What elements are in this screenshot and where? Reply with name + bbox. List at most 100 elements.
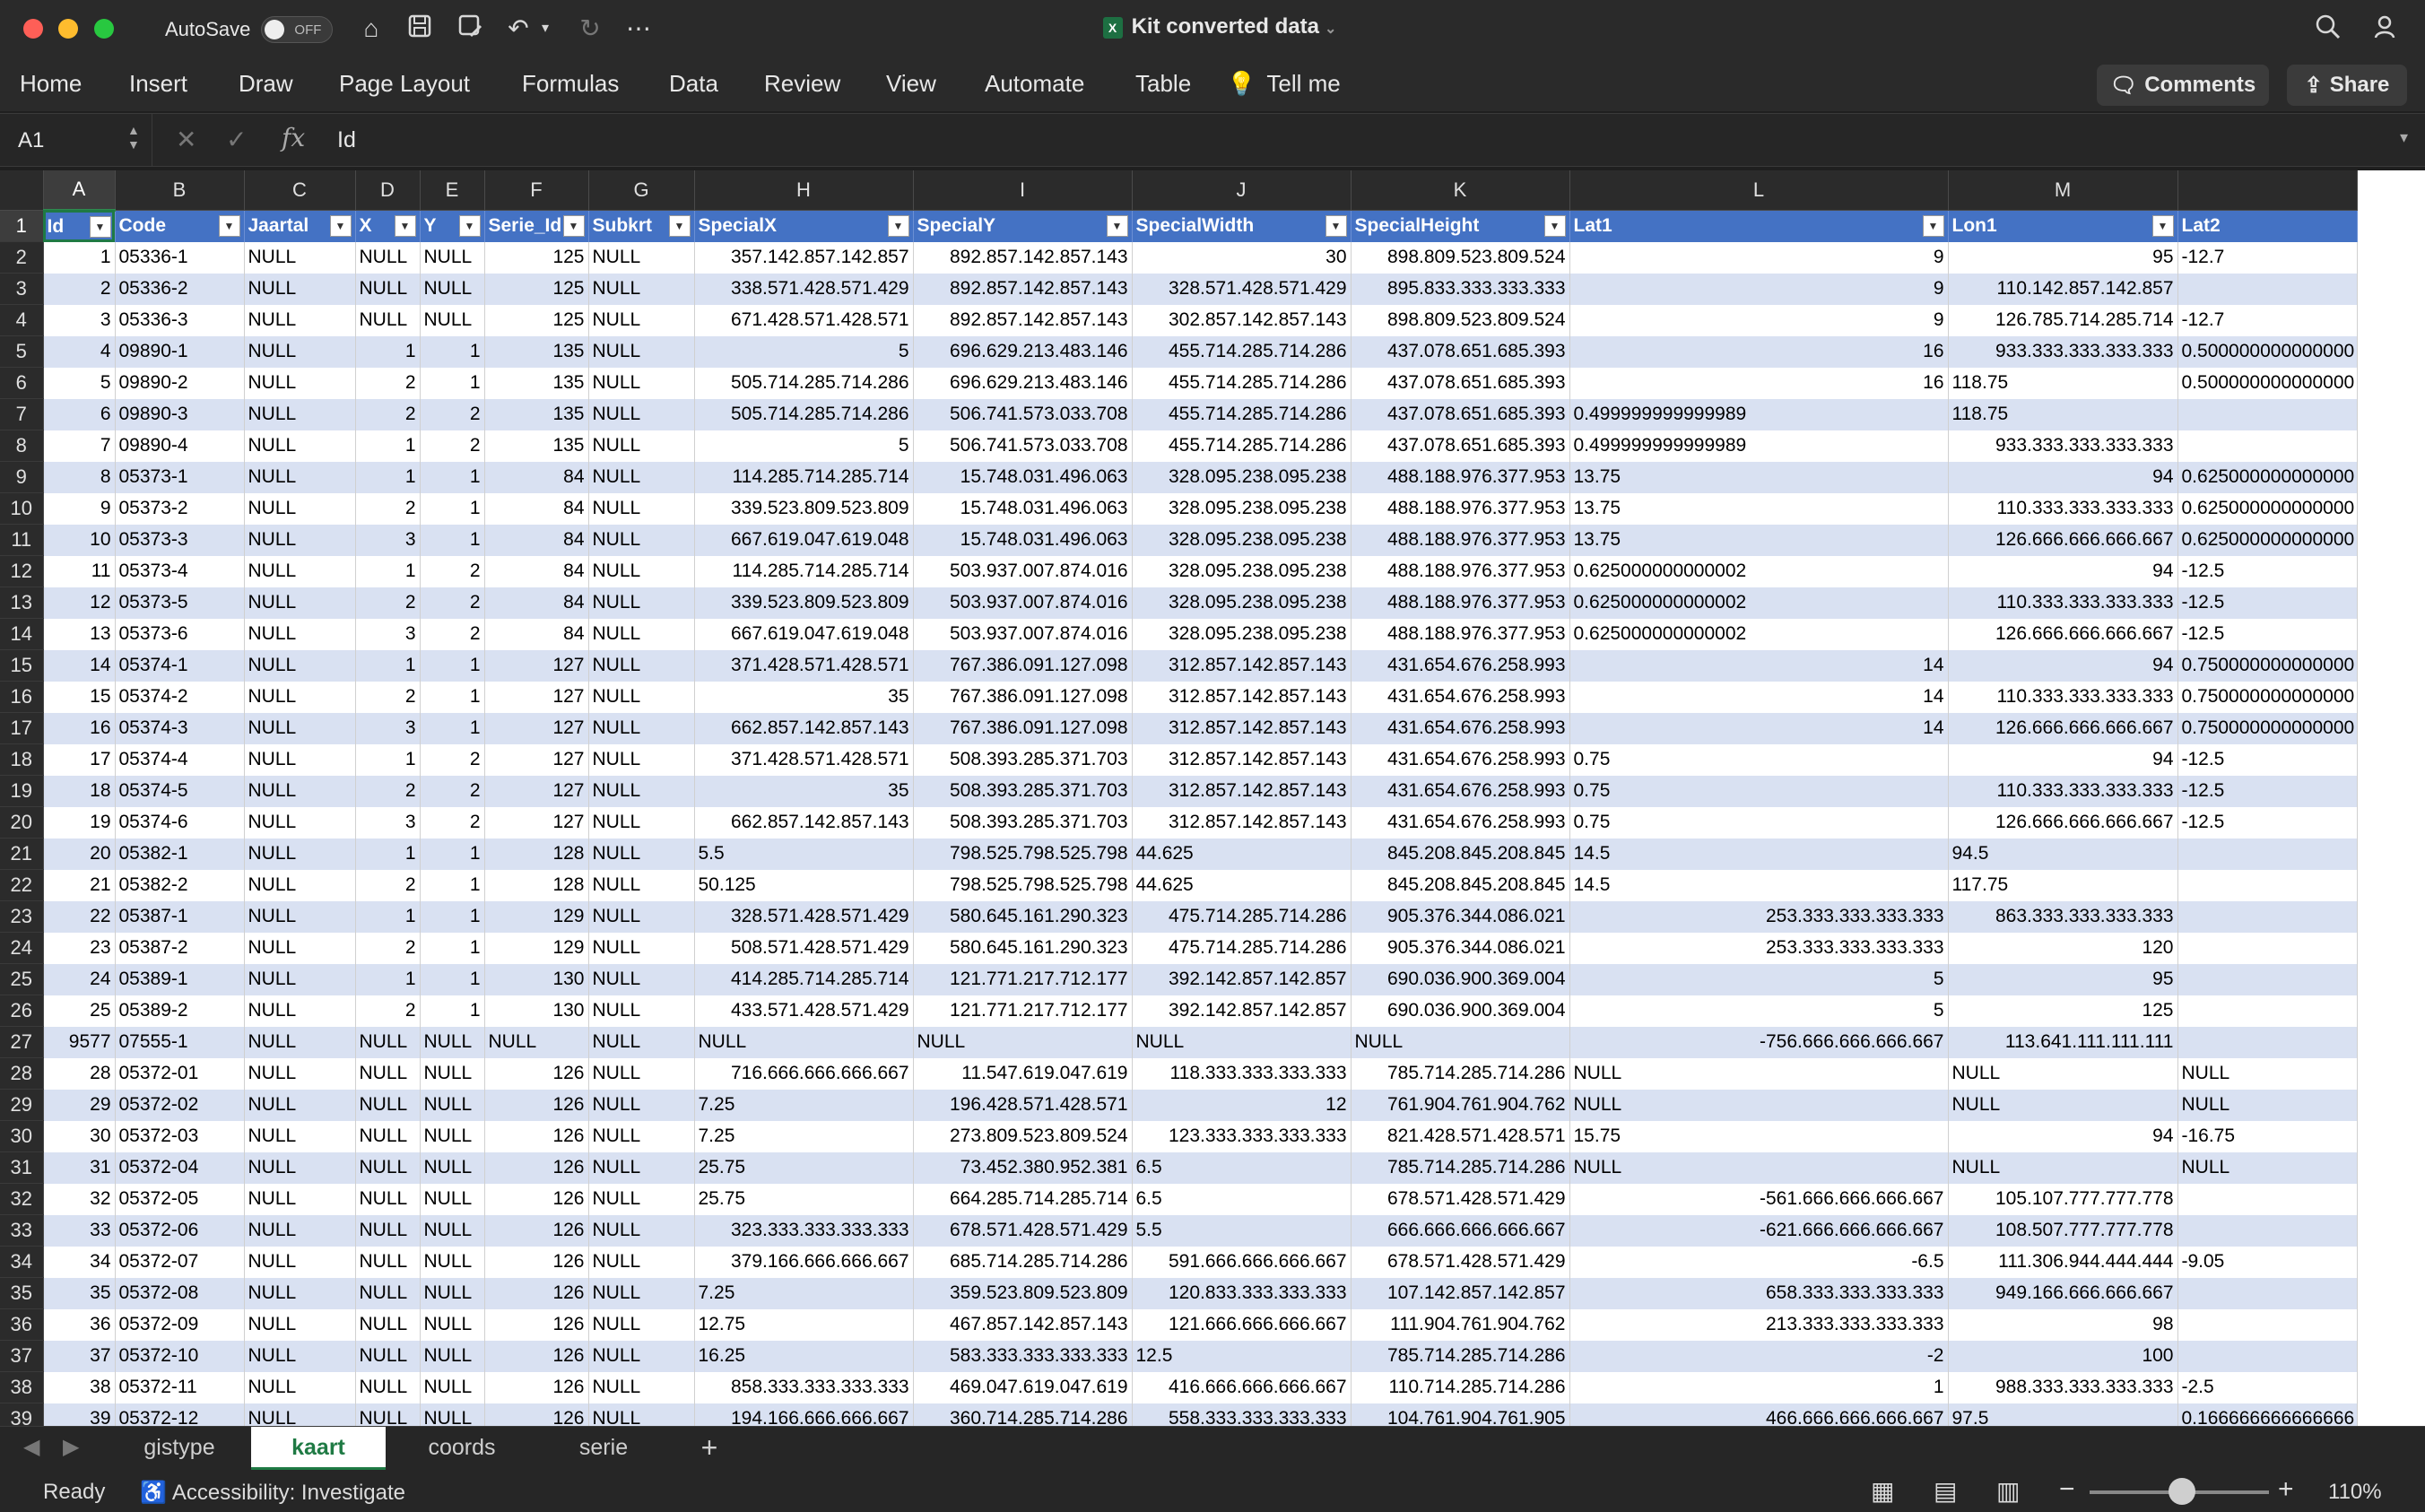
cell[interactable]: -12.5: [2177, 743, 2358, 776]
cell[interactable]: [2177, 963, 2358, 995]
cell[interactable]: NULL: [588, 1183, 695, 1215]
cell[interactable]: 127: [484, 681, 589, 713]
cell[interactable]: 05372-01: [115, 1057, 245, 1090]
cell[interactable]: 9: [1569, 241, 1949, 274]
cell[interactable]: 126: [484, 1183, 589, 1215]
cell[interactable]: [2177, 430, 2358, 462]
row-header[interactable]: 11: [0, 524, 44, 556]
cell[interactable]: 2: [420, 430, 485, 462]
cell[interactable]: 110.333.333.333.333: [1948, 775, 2178, 807]
cell[interactable]: 0.750000000000000: [2177, 649, 2358, 682]
row-header[interactable]: 1: [0, 210, 44, 242]
cell[interactable]: 253.333.333.333.333: [1569, 900, 1949, 933]
cell[interactable]: NULL: [244, 963, 356, 995]
cell[interactable]: 328.095.238.095.238: [1132, 555, 1352, 587]
cell[interactable]: 07555-1: [115, 1026, 245, 1058]
cell[interactable]: 39: [43, 1403, 116, 1426]
accessibility-status[interactable]: ♿ Accessibility: Investigate: [140, 1480, 405, 1506]
row-header[interactable]: 31: [0, 1151, 44, 1184]
cell[interactable]: 2: [420, 398, 485, 430]
row-header[interactable]: 13: [0, 587, 44, 619]
zoom-slider-knob[interactable]: [2169, 1478, 2196, 1505]
cell[interactable]: NULL: [588, 1340, 695, 1372]
cell[interactable]: 128: [484, 838, 589, 870]
cell[interactable]: 863.333.333.333.333: [1948, 900, 2178, 933]
cell[interactable]: NULL: [484, 1026, 589, 1058]
cell[interactable]: 2: [355, 995, 421, 1027]
cell[interactable]: 31: [43, 1151, 116, 1184]
cell[interactable]: 580.645.161.290.323: [913, 900, 1133, 933]
row-header[interactable]: 39: [0, 1403, 44, 1426]
table-header-cell[interactable]: SpecialX ▼: [694, 210, 914, 242]
row-header[interactable]: 19: [0, 775, 44, 807]
cell[interactable]: 196.428.571.428.571: [913, 1089, 1133, 1121]
cell[interactable]: 126.785.714.285.714: [1948, 304, 2178, 336]
row-header[interactable]: 22: [0, 869, 44, 901]
table-header-cell[interactable]: SpecialWidth ▼: [1132, 210, 1352, 242]
cell[interactable]: 845.208.845.208.845: [1351, 869, 1570, 901]
cell[interactable]: 14: [1569, 712, 1949, 744]
cell[interactable]: [2177, 1214, 2358, 1247]
cell[interactable]: 328.571.428.571.429: [1132, 273, 1352, 305]
column-header[interactable]: C: [244, 170, 356, 211]
cell[interactable]: 2: [355, 587, 421, 619]
cell[interactable]: NULL: [588, 838, 695, 870]
cell[interactable]: 126: [484, 1057, 589, 1090]
cell[interactable]: 1: [420, 367, 485, 399]
filter-dropdown-icon[interactable]: ▼: [887, 214, 909, 237]
filter-dropdown-icon[interactable]: ▼: [2151, 214, 2174, 237]
cell[interactable]: 18: [43, 775, 116, 807]
cell[interactable]: 14.5: [1569, 838, 1949, 870]
cell[interactable]: 664.285.714.285.714: [913, 1183, 1133, 1215]
cell[interactable]: 798.525.798.525.798: [913, 869, 1133, 901]
cell[interactable]: 126: [484, 1246, 589, 1278]
cell[interactable]: NULL: [1351, 1026, 1570, 1058]
prev-sheet-icon[interactable]: ◀: [23, 1434, 39, 1460]
table-header-cell[interactable]: Serie_Id ▼: [484, 210, 589, 242]
cell[interactable]: NULL: [244, 869, 356, 901]
cell[interactable]: NULL: [244, 1246, 356, 1278]
cell[interactable]: NULL: [244, 461, 356, 493]
cell[interactable]: NULL: [588, 963, 695, 995]
table-header-cell[interactable]: Code ▼: [115, 210, 245, 242]
cell[interactable]: 35: [43, 1277, 116, 1309]
cell[interactable]: 431.654.676.258.993: [1351, 681, 1570, 713]
cell[interactable]: NULL: [355, 1120, 421, 1152]
cell[interactable]: NULL: [355, 1151, 421, 1184]
cell[interactable]: NULL: [588, 1403, 695, 1426]
cell[interactable]: 1: [420, 649, 485, 682]
cell[interactable]: 667.619.047.619.048: [694, 524, 914, 556]
cell[interactable]: 94: [1948, 461, 2178, 493]
cell[interactable]: 84: [484, 587, 589, 619]
cell[interactable]: NULL: [2177, 1089, 2358, 1121]
cell[interactable]: -2: [1569, 1340, 1949, 1372]
cell[interactable]: NULL: [420, 1340, 485, 1372]
cell[interactable]: -16.75: [2177, 1120, 2358, 1152]
tab-insert[interactable]: Insert: [129, 70, 187, 98]
cell[interactable]: 5: [694, 335, 914, 368]
cell[interactable]: 0.500000000000000: [2177, 335, 2358, 368]
cell[interactable]: 505.714.285.714.286: [694, 398, 914, 430]
cell[interactable]: [2177, 869, 2358, 901]
cell[interactable]: NULL: [244, 304, 356, 336]
cell[interactable]: 14: [43, 649, 116, 682]
cell[interactable]: 662.857.142.857.143: [694, 712, 914, 744]
tab-review[interactable]: Review: [764, 70, 840, 98]
cell[interactable]: 05372-09: [115, 1308, 245, 1341]
cell[interactable]: -12.5: [2177, 555, 2358, 587]
cell[interactable]: 05374-4: [115, 743, 245, 776]
cell[interactable]: NULL: [588, 1214, 695, 1247]
cell[interactable]: 716.666.666.666.667: [694, 1057, 914, 1090]
cell[interactable]: 0.75: [1569, 806, 1949, 839]
cell[interactable]: 110.714.285.714.286: [1351, 1371, 1570, 1403]
cell[interactable]: NULL: [588, 492, 695, 525]
cell[interactable]: 466.666.666.666.667: [1569, 1403, 1949, 1426]
cell[interactable]: NULL: [244, 712, 356, 744]
cell[interactable]: 905.376.344.086.021: [1351, 900, 1570, 933]
formula-input[interactable]: Id: [337, 127, 356, 153]
cell[interactable]: NULL: [355, 1246, 421, 1278]
cell[interactable]: 328.095.238.095.238: [1132, 587, 1352, 619]
cell[interactable]: 2: [420, 775, 485, 807]
cell[interactable]: 10: [43, 524, 116, 556]
cell[interactable]: 05374-1: [115, 649, 245, 682]
